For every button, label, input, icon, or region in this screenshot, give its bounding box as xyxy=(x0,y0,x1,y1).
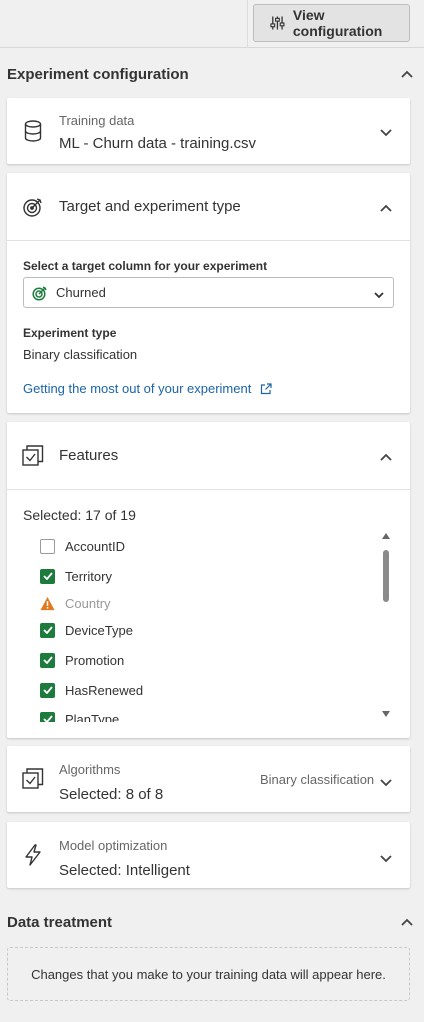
target-column-label: Select a target column for your experime… xyxy=(23,259,268,273)
top-toolbar: View configuration xyxy=(0,0,424,48)
target-icon xyxy=(22,196,44,218)
features-card: Features Selected: 17 of 19 AccountID Te… xyxy=(7,422,410,738)
view-configuration-button[interactable]: View configuration xyxy=(253,4,410,42)
target-icon xyxy=(32,285,47,301)
checkbox-checked-icon[interactable] xyxy=(40,652,55,668)
external-link-icon xyxy=(261,382,272,394)
scroll-down-icon[interactable] xyxy=(381,710,391,718)
toolbar-divider xyxy=(247,0,248,48)
checkbox-checked-icon[interactable] xyxy=(40,711,55,722)
chevron-up-icon[interactable] xyxy=(399,914,415,930)
checklist-icon xyxy=(22,768,44,790)
training-data-value: ML - Churn data - training.csv xyxy=(59,135,257,152)
target-column-value: Churned xyxy=(56,285,106,300)
data-treatment-header[interactable]: Data treatment xyxy=(7,910,415,934)
view-configuration-label: View configuration xyxy=(292,7,383,39)
model-optimization-value: Selected: Intelligent xyxy=(59,862,190,879)
warning-icon xyxy=(40,596,55,611)
feature-name: PlanType xyxy=(65,711,120,723)
lightning-icon xyxy=(22,844,44,866)
experiment-type-value: Binary classification xyxy=(23,347,138,362)
checklist-icon xyxy=(22,445,44,467)
checkbox-checked-icon[interactable] xyxy=(40,568,55,584)
checkbox-checked-icon[interactable] xyxy=(40,682,55,698)
scroll-up-icon[interactable] xyxy=(381,532,391,540)
feature-name: Country xyxy=(65,595,111,611)
list-item[interactable]: AccountID xyxy=(40,536,125,556)
chevron-down-icon[interactable] xyxy=(378,125,394,141)
chevron-up-icon[interactable] xyxy=(378,200,394,216)
features-card-title: Features xyxy=(59,447,119,464)
data-treatment-placeholder: Changes that you make to your training d… xyxy=(7,947,410,1001)
algorithms-card[interactable]: Algorithms Selected: 8 of 8 Binary class… xyxy=(7,746,410,812)
chevron-down-icon[interactable] xyxy=(378,851,394,867)
algorithms-value: Selected: 8 of 8 xyxy=(59,786,164,803)
checkbox-unchecked-icon[interactable] xyxy=(40,538,55,554)
target-card: Target and experiment type Select a targ… xyxy=(7,173,410,413)
feature-name: Territory xyxy=(65,568,112,584)
list-item[interactable]: PlanType xyxy=(40,709,119,722)
checkbox-checked-icon[interactable] xyxy=(40,622,55,638)
features-card-header[interactable]: Features xyxy=(7,422,410,490)
model-optimization-card[interactable]: Model optimization Selected: Intelligent xyxy=(7,822,410,888)
features-selected-count: Selected: 17 of 19 xyxy=(23,507,136,523)
list-item: Country xyxy=(40,593,111,613)
list-item[interactable]: DeviceType xyxy=(40,620,133,640)
list-item[interactable]: Promotion xyxy=(40,650,124,670)
target-card-header[interactable]: Target and experiment type xyxy=(7,173,410,241)
algorithms-label: Algorithms xyxy=(59,762,121,777)
training-data-card[interactable]: Training data ML - Churn data - training… xyxy=(7,98,410,164)
data-treatment-title: Data treatment xyxy=(7,913,113,931)
target-column-select[interactable]: Churned xyxy=(23,277,394,308)
feature-name: HasRenewed xyxy=(65,682,144,698)
chevron-up-icon[interactable] xyxy=(399,66,415,82)
chevron-up-icon[interactable] xyxy=(378,449,394,465)
algorithms-type: Binary classification xyxy=(260,772,375,787)
help-link-label: Getting the most out of your experiment xyxy=(23,381,252,396)
model-optimization-label: Model optimization xyxy=(59,838,168,853)
features-scrollbar[interactable] xyxy=(380,532,390,722)
experiment-type-label: Experiment type xyxy=(23,326,117,340)
features-list: AccountID Territory Country DeviceType P… xyxy=(7,530,410,722)
feature-name: Promotion xyxy=(65,652,125,668)
target-card-title: Target and experiment type xyxy=(59,198,241,215)
feature-name: DeviceType xyxy=(65,622,133,638)
training-data-label: Training data xyxy=(59,113,135,128)
data-treatment-placeholder-text: Changes that you make to your training d… xyxy=(31,966,386,982)
feature-name: AccountID xyxy=(65,538,125,554)
experiment-configuration-header[interactable]: Experiment configuration xyxy=(7,62,415,86)
scrollbar-thumb[interactable] xyxy=(383,550,389,602)
database-icon xyxy=(22,120,44,142)
experiment-configuration-title: Experiment configuration xyxy=(7,65,189,83)
list-item[interactable]: HasRenewed xyxy=(40,680,143,700)
sliders-icon xyxy=(270,16,285,30)
help-link[interactable]: Getting the most out of your experiment xyxy=(23,381,272,396)
chevron-down-icon xyxy=(374,287,384,302)
chevron-down-icon[interactable] xyxy=(378,775,394,791)
list-item[interactable]: Territory xyxy=(40,566,112,586)
